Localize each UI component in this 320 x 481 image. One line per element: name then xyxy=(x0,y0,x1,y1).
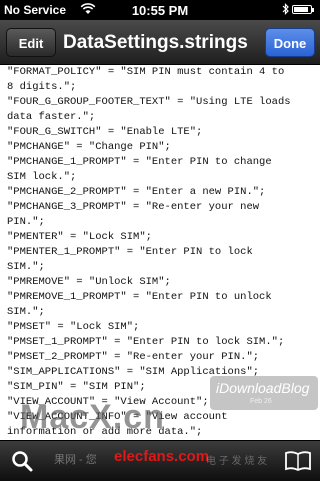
navigation-bar: Edit DataSettings.strings Done xyxy=(0,20,320,65)
battery-level xyxy=(294,7,308,12)
done-button[interactable]: Done xyxy=(265,28,315,57)
clock: 10:55 PM xyxy=(131,3,189,18)
text-line: "PMREMOVE" = "Unlock SIM"; xyxy=(7,276,171,288)
text-line: "PMCHANGE" = "Change PIN"; xyxy=(7,141,171,153)
text-line: "PMENTER_1_PROMPT" = "Enter PIN to lock xyxy=(7,246,253,258)
watermark-label: iDownloadBlog xyxy=(216,380,310,396)
bluetooth-icon xyxy=(282,3,289,18)
search-icon[interactable] xyxy=(10,449,34,473)
elecfans-logo: elecfans.com xyxy=(114,448,210,465)
text-line: 8 digits."; xyxy=(7,81,77,93)
text-line: "PMSET" = "Lock SIM"; xyxy=(7,321,140,333)
watermark-date: Feb 26 xyxy=(250,398,272,405)
text-line: "PMREMOVE_1_PROMPT" = "Enter PIN to unlo… xyxy=(7,291,272,303)
text-line: "PMSET_2_PROMPT" = "Re-enter your PIN."; xyxy=(7,351,260,363)
text-line: SIM."; xyxy=(7,306,45,318)
text-line: SIM."; xyxy=(7,261,45,273)
text-line: "PMCHANGE_3_PROMPT" = "Re-enter your new xyxy=(7,201,260,213)
book-icon[interactable] xyxy=(284,450,312,472)
macx-logo: MacX.cn xyxy=(20,398,165,436)
text-line: "SIM_PIN" = "SIM PIN"; xyxy=(7,381,146,393)
faint-watermark-right: 电 子 发 烧 友 xyxy=(206,456,268,467)
text-line: "PMSET_1_PROMPT" = "Enter PIN to lock SI… xyxy=(7,336,285,348)
text-line: "PMCHANGE_2_PROMPT" = "Enter a new PIN."… xyxy=(7,186,266,198)
text-line: data faster."; xyxy=(7,111,96,123)
file-title: DataSettings.strings xyxy=(63,32,248,53)
text-line: "FOUR_G_GROUP_FOOTER_TEXT" = "Using LTE … xyxy=(7,96,291,108)
edit-button[interactable]: Edit xyxy=(6,28,56,57)
faint-watermark-left: 果网 - 您 xyxy=(54,454,97,466)
status-bar: No Service 10:55 PM xyxy=(0,0,320,20)
text-line: "FOUR_G_SWITCH" = "Enable LTE"; xyxy=(7,126,203,138)
text-line: SIM lock."; xyxy=(7,171,77,183)
watermark-badge: iDownloadBlog Feb 26 xyxy=(210,376,318,410)
text-line: PIN."; xyxy=(7,216,45,228)
battery-icon xyxy=(292,5,314,14)
text-line: "PMCHANGE_1_PROMPT" = "Enter PIN to chan… xyxy=(7,156,272,168)
text-line: "PMENTER" = "Lock SIM"; xyxy=(7,231,152,243)
text-line: "FORMAT_POLICY" = "SIM PIN must contain … xyxy=(7,66,285,78)
